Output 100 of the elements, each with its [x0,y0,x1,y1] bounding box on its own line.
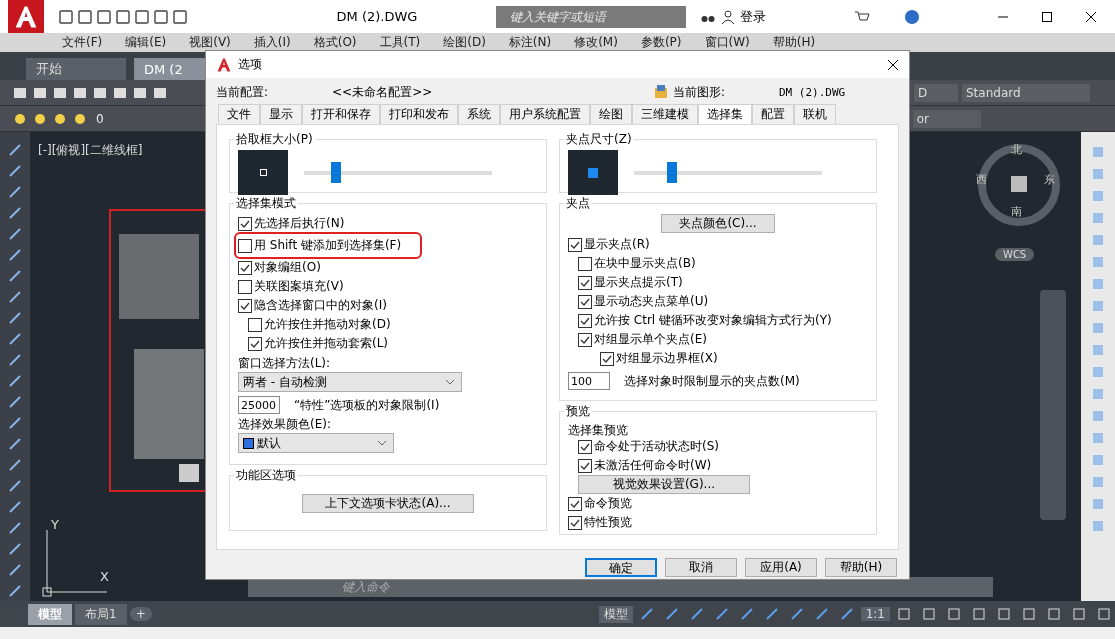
tool-icon[interactable] [7,415,23,431]
menu-item[interactable]: 插入(I) [253,34,291,51]
checkbox[interactable] [568,496,582,511]
checkbox[interactable] [578,313,592,328]
menu-item[interactable]: 帮助(H) [772,34,816,51]
tool-icon[interactable] [7,373,23,389]
compass-label[interactable]: 东 [1044,172,1055,187]
slider-thumb[interactable] [330,161,341,183]
tool-icon[interactable] [7,499,23,515]
status-icon[interactable] [946,606,962,622]
tool-icon[interactable] [7,562,23,578]
tool-icon[interactable] [7,583,23,599]
checkbox[interactable] [238,279,252,294]
search-field[interactable]: 键入关键字或短语 [496,5,686,28]
app-logo[interactable] [8,0,44,33]
toolbar-icon[interactable] [96,8,112,25]
menu-item[interactable]: 格式(O) [313,34,357,51]
dialog-tab[interactable]: 打开和保存 [302,104,380,124]
dialog-tab[interactable]: 显示 [260,104,302,124]
close-button[interactable] [1085,10,1097,23]
status-icon[interactable] [1071,606,1087,622]
checkbox[interactable] [578,332,592,347]
status-icon[interactable] [921,606,937,622]
compass-label[interactable]: 南 [1011,204,1022,219]
layout-tab[interactable]: 布局1 [75,603,127,625]
compass-label[interactable]: 北 [1011,142,1022,157]
dialog-tab[interactable]: 系统 [458,104,500,124]
status-icon[interactable] [896,606,912,622]
tool-icon[interactable] [7,436,23,452]
compass-label[interactable]: 西 [976,172,987,187]
layer-dropdown[interactable]: 0 [96,111,104,126]
document-tab[interactable]: 开始 [26,58,126,80]
checkbox[interactable] [248,336,262,351]
dialog-button[interactable]: 确定 [585,558,657,577]
checkbox[interactable] [238,298,252,313]
checkbox[interactable] [578,275,592,290]
dialog-tab[interactable]: 联机 [794,104,836,124]
checkbox[interactable] [578,294,592,309]
menu-item[interactable]: 文件(F) [62,34,103,51]
menu-item[interactable]: 窗口(W) [704,34,750,51]
tool-icon[interactable] [7,163,23,179]
annotation-scale-button[interactable]: 1:1 [860,607,890,621]
dialog-button[interactable]: 应用(A) [745,558,817,577]
tool-icon[interactable] [7,541,23,557]
window-method-dropdown[interactable]: 两者 - 自动检测 [238,372,462,392]
slider-thumb[interactable] [666,161,677,183]
dialog-tab[interactable]: 用户系统配置 [500,104,590,124]
tool-icon[interactable] [7,310,23,326]
dialog-button[interactable]: 取消 [665,558,737,577]
dialog-tab[interactable]: 绘图 [590,104,632,124]
number-field[interactable]: 100 [568,372,610,390]
checkbox[interactable] [238,238,252,253]
viewport-label[interactable]: [-][俯视][二维线框] [38,142,143,159]
tool-icon[interactable] [7,268,23,284]
ucs-menu[interactable]: WCS [995,248,1035,261]
toolbar-icon[interactable] [153,8,169,25]
tool-icon[interactable] [7,478,23,494]
dropdown-field[interactable]: D [914,83,958,102]
tool-icon[interactable] [7,142,23,158]
tool-icon[interactable] [7,184,23,200]
grip-color-button[interactable]: 夹点颜色(C)... [661,214,775,233]
checkbox[interactable] [248,317,262,332]
checkbox[interactable] [238,216,252,231]
tool-icon[interactable] [7,289,23,305]
checkbox[interactable] [578,256,592,271]
dialog-tab[interactable]: 文件 [218,104,260,124]
visual-effect-button[interactable]: 视觉效果设置(G)... [578,475,750,494]
toolbar-icon[interactable] [77,8,93,25]
checkbox[interactable] [238,260,252,275]
menu-item[interactable]: 标注(N) [508,34,552,51]
toolbar-icon[interactable] [58,8,74,25]
status-icon[interactable] [1096,606,1112,622]
dialog-tab[interactable]: 打印和发布 [380,104,458,124]
status-icon[interactable] [1046,606,1062,622]
tool-icon[interactable] [7,247,23,263]
maximize-button[interactable] [1041,10,1053,23]
contextual-tab-button[interactable]: 上下文选项卡状态(A)... [302,494,474,513]
text-style-dropdown[interactable]: Standard [962,83,1090,102]
tool-icon[interactable] [7,352,23,368]
menu-item[interactable]: 工具(T) [379,34,421,51]
tool-icon[interactable] [7,457,23,473]
checkbox[interactable] [578,458,592,473]
checkbox[interactable] [600,351,614,366]
tool-icon[interactable] [7,520,23,536]
tool-icon[interactable] [7,226,23,242]
status-icon[interactable] [971,606,987,622]
dialog-tab[interactable]: 选择集 [698,104,752,124]
number-field[interactable]: 25000 [238,396,280,414]
checkbox[interactable] [568,237,582,252]
close-button[interactable] [887,58,899,71]
tool-icon[interactable] [7,205,23,221]
menu-item[interactable]: 编辑(E) [125,34,167,51]
dialog-button[interactable]: 帮助(H) [825,558,897,577]
dialog-tab[interactable]: 三维建模 [632,104,698,124]
view-cube-icon[interactable] [1009,174,1029,194]
menu-item[interactable]: 修改(M) [574,34,618,51]
checkbox[interactable] [568,515,582,530]
status-icon[interactable] [1021,606,1037,622]
dialog-tab[interactable]: 配置 [752,104,794,124]
status-icon[interactable] [996,606,1012,622]
